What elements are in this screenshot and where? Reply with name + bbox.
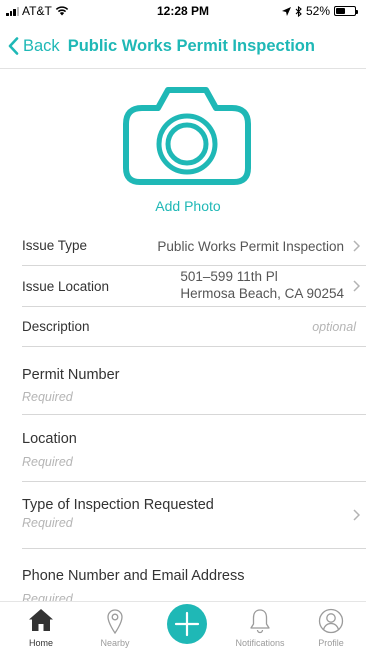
description-placeholder: optional xyxy=(312,320,356,334)
description-row[interactable]: Description optional xyxy=(22,307,366,347)
status-right: 52% xyxy=(281,4,358,18)
tab-nearby-label: Nearby xyxy=(100,638,130,648)
back-label: Back xyxy=(23,36,60,55)
back-button[interactable]: Back xyxy=(8,37,60,56)
tab-home-label: Home xyxy=(28,638,53,648)
battery-icon xyxy=(334,6,358,16)
issue-location-value: 501–599 11th Pl Hermosa Beach, CA 90254 xyxy=(180,268,344,302)
location-arrow-icon xyxy=(281,6,291,16)
tab-profile-label: Profile xyxy=(318,638,344,648)
issue-location-line2: Hermosa Beach, CA 90254 xyxy=(180,286,344,301)
location-label: Location xyxy=(22,431,77,447)
map-pin-icon xyxy=(107,609,123,634)
chevron-right-icon xyxy=(353,509,360,521)
tab-profile[interactable]: Profile xyxy=(296,602,366,650)
nav-bar: Back Public Works Permit Inspection xyxy=(0,26,366,66)
issue-type-value: Public Works Permit Inspection xyxy=(157,239,344,254)
issue-type-row[interactable]: Issue Type Public Works Permit Inspectio… xyxy=(22,226,366,266)
issue-location-label: Issue Location xyxy=(22,279,110,294)
camera-icon[interactable] xyxy=(120,84,254,186)
profile-icon xyxy=(318,608,344,634)
bell-icon xyxy=(250,609,270,634)
photo-section: Add Photo xyxy=(0,70,366,220)
battery-percent: 52% xyxy=(305,4,330,18)
contact-label: Phone Number and Email Address xyxy=(22,568,245,584)
add-report-button[interactable] xyxy=(167,604,207,644)
chevron-right-icon xyxy=(353,280,360,292)
permit-number-field[interactable]: Permit Number Required xyxy=(22,347,366,415)
chevron-left-icon xyxy=(8,37,19,55)
bluetooth-icon xyxy=(295,5,302,17)
description-label: Description xyxy=(22,319,90,334)
inspection-type-field[interactable]: Type of Inspection Requested Required xyxy=(22,482,366,549)
tab-notifications[interactable]: Notifications xyxy=(225,602,295,650)
permit-number-label: Permit Number xyxy=(22,367,120,383)
permit-number-placeholder: Required xyxy=(22,390,73,404)
location-placeholder: Required xyxy=(22,455,73,469)
issue-type-label: Issue Type xyxy=(22,238,88,253)
status-bar: AT&T 12:28 PM 52% xyxy=(0,0,366,20)
contact-field[interactable]: Phone Number and Email Address Required xyxy=(22,549,366,609)
home-icon xyxy=(29,609,53,631)
issue-location-row[interactable]: Issue Location 501–599 11th Pl Hermosa B… xyxy=(22,266,366,307)
tab-home[interactable]: Home xyxy=(6,602,76,650)
plus-icon xyxy=(174,611,200,637)
chevron-right-icon xyxy=(353,240,360,252)
tab-notifications-label: Notifications xyxy=(235,638,285,648)
page-title: Public Works Permit Inspection xyxy=(67,36,315,55)
add-photo-button[interactable]: Add Photo xyxy=(0,198,366,214)
inspection-type-placeholder: Required xyxy=(22,516,73,530)
inspection-type-label: Type of Inspection Requested xyxy=(22,497,214,513)
issue-location-line1: 501–599 11th Pl xyxy=(180,269,278,284)
nav-divider xyxy=(0,68,366,69)
tab-nearby[interactable]: Nearby xyxy=(80,602,150,650)
location-field[interactable]: Location Required xyxy=(22,415,366,482)
